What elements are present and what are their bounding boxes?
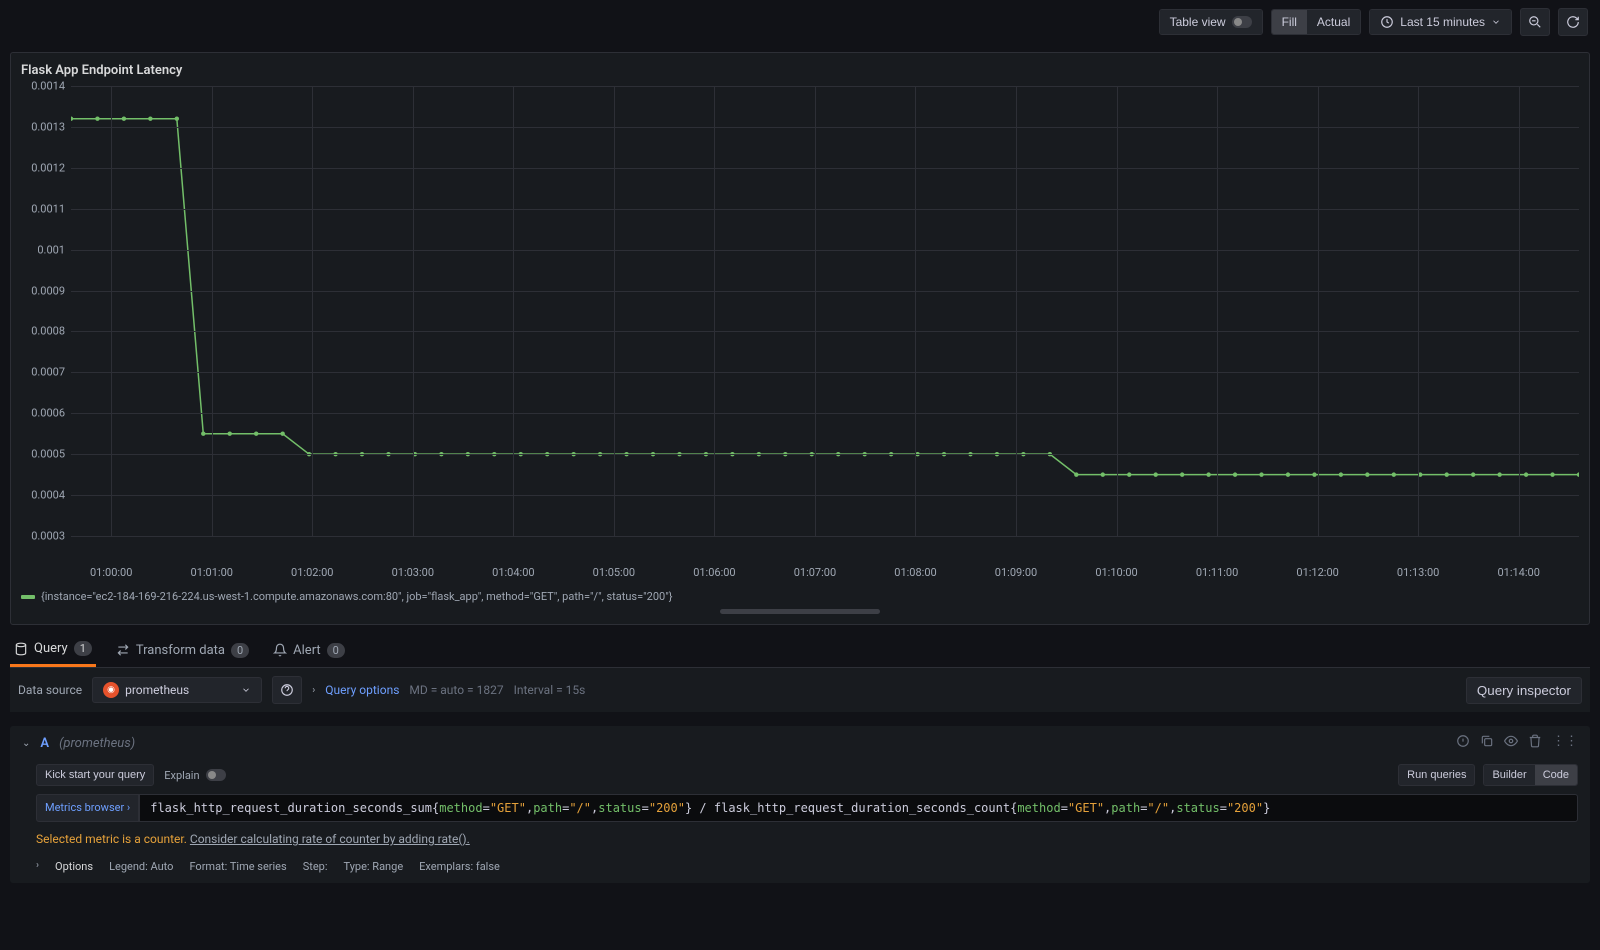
table-view-toggle[interactable]: Table view — [1159, 9, 1263, 35]
bell-icon — [273, 643, 287, 657]
tab-transform-badge: 0 — [231, 643, 249, 658]
query-options-row: › Options Legend: Auto Format: Time seri… — [10, 854, 1590, 883]
query-row-header[interactable]: ⌄ A (prometheus) ⋮⋮ — [10, 726, 1590, 760]
editor-tabs: Query 1 Transform data 0 Alert 0 — [10, 633, 1590, 668]
tab-alert-label: Alert — [293, 643, 321, 658]
counter-warning: Selected metric is a counter. Consider c… — [10, 828, 1590, 854]
zoom-out-icon — [1528, 15, 1542, 29]
tab-query-badge: 1 — [74, 641, 92, 656]
opt-legend: Legend: Auto — [109, 860, 173, 873]
fill-button[interactable]: Fill — [1272, 10, 1307, 34]
legend-label: {instance="ec2-184-169-216-224.us-west-1… — [41, 590, 672, 603]
table-view-label: Table view — [1170, 15, 1226, 29]
datasource-label: Data source — [18, 683, 82, 697]
help-icon — [280, 683, 294, 697]
query-editor: ⌄ A (prometheus) ⋮⋮ Kick start your quer… — [10, 726, 1590, 883]
datasource-bar: Data source ◉ prometheus › Query options… — [10, 668, 1590, 712]
zoom-out-button[interactable] — [1520, 8, 1550, 36]
transform-icon — [116, 643, 130, 657]
opt-format: Format: Time series — [189, 860, 286, 873]
eye-icon[interactable] — [1504, 734, 1518, 752]
tab-query[interactable]: Query 1 — [10, 633, 96, 667]
datasource-help-button[interactable] — [272, 676, 302, 704]
explain-label: Explain — [164, 769, 199, 782]
opt-type: Type: Range — [344, 860, 404, 873]
kick-start-button[interactable]: Kick start your query — [36, 764, 154, 786]
query-row-actions: ⋮⋮ — [1456, 734, 1578, 752]
query-help-icon[interactable] — [1456, 734, 1470, 752]
chevron-down-icon — [241, 685, 251, 695]
toggle-off-icon — [1232, 16, 1252, 28]
warning-text: Selected metric is a counter. — [36, 832, 187, 846]
toggle-off-icon — [206, 769, 226, 781]
chevron-down-icon — [1491, 17, 1501, 27]
panel-title: Flask App Endpoint Latency — [21, 63, 1579, 78]
promql-input[interactable]: flask_http_request_duration_seconds_sum{… — [139, 794, 1578, 822]
time-range-picker[interactable]: Last 15 minutes — [1369, 9, 1512, 35]
chevron-down-icon: ⌄ — [22, 738, 30, 749]
tab-transform[interactable]: Transform data 0 — [112, 633, 253, 667]
metrics-browser-button[interactable]: Metrics browser › — [36, 794, 139, 822]
trash-icon[interactable] — [1528, 734, 1542, 752]
opt-exemplars: Exemplars: false — [419, 860, 500, 873]
chart-container: 0.00140.00130.00120.00110.0010.00090.000… — [21, 86, 1579, 566]
refresh-icon — [1566, 15, 1580, 29]
chart-panel: Flask App Endpoint Latency 0.00140.00130… — [10, 52, 1590, 625]
datasource-select[interactable]: ◉ prometheus — [92, 677, 262, 703]
query-controls: Kick start your query Explain Run querie… — [10, 760, 1590, 794]
refresh-button[interactable] — [1558, 8, 1588, 36]
explain-toggle[interactable]: Explain — [164, 769, 225, 782]
clock-icon — [1380, 15, 1394, 29]
tab-alert[interactable]: Alert 0 — [269, 633, 349, 667]
opt-step: Step: — [303, 860, 328, 873]
legend-swatch — [21, 595, 35, 599]
legend-scrollbar[interactable] — [720, 609, 880, 614]
code-row: Metrics browser › flask_http_request_dur… — [10, 794, 1590, 828]
tab-query-label: Query — [34, 641, 68, 656]
x-axis: 01:00:0001:01:0001:02:0001:03:0001:04:00… — [71, 566, 1579, 584]
query-md-info: MD = auto = 1827 — [409, 683, 503, 697]
editor-mode-group: Builder Code — [1483, 764, 1578, 786]
actual-button[interactable]: Actual — [1307, 10, 1360, 34]
options-toggle[interactable]: Options — [55, 860, 93, 873]
datasource-selected: prometheus — [125, 683, 189, 697]
top-toolbar: Table view Fill Actual Last 15 minutes — [0, 0, 1600, 44]
code-mode-button[interactable]: Code — [1535, 765, 1577, 785]
chevron-right-icon[interactable]: › — [312, 685, 315, 696]
warning-suggestion-link[interactable]: Consider calculating rate of counter by … — [190, 832, 470, 846]
chart-plot-area[interactable] — [71, 86, 1579, 536]
tab-transform-label: Transform data — [136, 643, 225, 658]
y-axis: 0.00140.00130.00120.00110.0010.00090.000… — [21, 86, 71, 536]
time-range-label: Last 15 minutes — [1400, 15, 1485, 29]
builder-mode-button[interactable]: Builder — [1484, 765, 1534, 785]
tab-alert-badge: 0 — [327, 643, 345, 658]
run-queries-button[interactable]: Run queries — [1398, 764, 1475, 786]
query-ref-id: A — [40, 736, 49, 751]
query-interval-info: Interval = 15s — [514, 683, 586, 697]
fill-actual-group: Fill Actual — [1271, 9, 1362, 35]
drag-handle-icon[interactable]: ⋮⋮ — [1552, 734, 1578, 752]
query-options-link[interactable]: Query options — [325, 683, 399, 697]
duplicate-icon[interactable] — [1480, 734, 1494, 752]
database-icon — [14, 642, 28, 656]
query-source-label: (prometheus) — [59, 736, 135, 751]
prometheus-icon: ◉ — [103, 682, 119, 698]
query-inspector-button[interactable]: Query inspector — [1466, 677, 1582, 704]
chart-legend[interactable]: {instance="ec2-184-169-216-224.us-west-1… — [21, 590, 1579, 603]
chevron-right-icon[interactable]: › — [36, 860, 39, 873]
